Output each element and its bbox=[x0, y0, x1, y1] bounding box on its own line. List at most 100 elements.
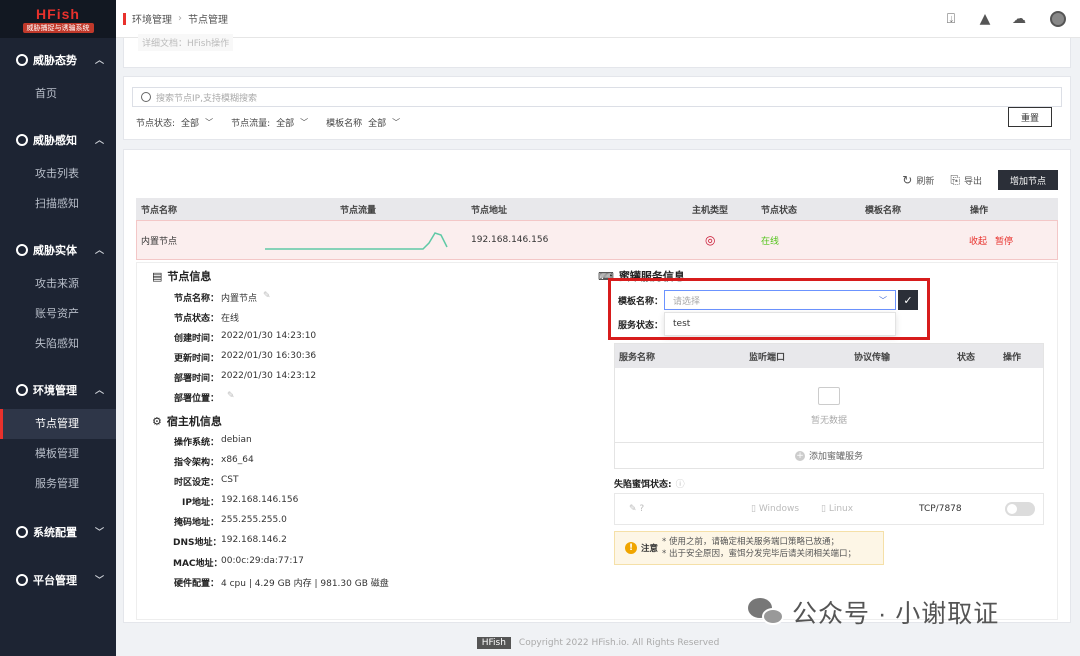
lure-status-label: 失陷蜜饵状态: bbox=[614, 480, 672, 490]
refresh-label: 刷新 bbox=[916, 176, 935, 187]
chevron-down-icon: ﹀ bbox=[94, 576, 104, 586]
file-icon: ▯ bbox=[751, 504, 759, 514]
filter-node-status[interactable]: 节点状态: 全部 ﹀ bbox=[136, 116, 213, 129]
download-icon[interactable]: ⍗ bbox=[934, 0, 968, 38]
collapse-link[interactable]: 收起 bbox=[969, 234, 987, 247]
col-template-name: 模板名称 bbox=[865, 205, 902, 216]
search-icon bbox=[141, 92, 151, 102]
field-value: 192.168.146.156 bbox=[221, 495, 299, 505]
reset-button[interactable]: 重置 bbox=[1008, 107, 1052, 127]
nav-group-threat-entity[interactable]: 威胁实体 ︿ bbox=[0, 231, 116, 269]
rocket-icon[interactable]: ▲ bbox=[968, 0, 1002, 38]
chevron-up-icon: ︿ bbox=[94, 56, 104, 66]
sidebar-item-scan-perception[interactable]: 扫描感知 bbox=[0, 189, 116, 219]
sidebar-item-account-assets[interactable]: 账号资产 bbox=[0, 299, 116, 329]
breadcrumb-separator: › bbox=[178, 13, 182, 24]
pause-link[interactable]: 暂停 bbox=[995, 234, 1013, 247]
empty-text: 暂无数据 bbox=[810, 415, 847, 426]
help-icon[interactable]: ⓘ bbox=[676, 477, 685, 490]
service-table: 服务名称 监听端口 协议传输 状态 操作 暂无数据 + 添加蜜罐服务 bbox=[614, 343, 1044, 469]
sidebar-item-service-management[interactable]: 服务管理 bbox=[0, 469, 116, 499]
logo[interactable]: HFish 威胁捕捉与诱骗系统 bbox=[0, 0, 116, 38]
field-mac: MAC地址： 00:0c:29:da:77:17 bbox=[173, 556, 304, 569]
watermark: 公众号 · 小谢取证 bbox=[748, 594, 999, 630]
field-value: debian bbox=[221, 435, 252, 445]
row-node-name: 内置节点 bbox=[141, 236, 178, 247]
breadcrumb-parent[interactable]: 环境管理 bbox=[132, 11, 172, 26]
footer-copyright: Copyright 2022 HFish.io. All Rights Rese… bbox=[518, 638, 720, 648]
field-key: 部署时间： bbox=[173, 374, 219, 384]
field-key: 更新时间： bbox=[173, 354, 219, 364]
field-value: 内置节点 bbox=[221, 294, 258, 304]
edit-icon[interactable]: ✎ ? bbox=[629, 504, 644, 514]
export-button[interactable]: ⎘ 导出 bbox=[950, 173, 982, 188]
chevron-up-icon: ︿ bbox=[94, 246, 104, 256]
doc-card: 详细文档：HFish操作 bbox=[123, 34, 1071, 68]
field-key: 节点名称： bbox=[173, 294, 219, 304]
sidebar-item-compromise[interactable]: 失陷感知 bbox=[0, 329, 116, 359]
empty-box-icon bbox=[818, 386, 840, 405]
sidebar-item-node-management[interactable]: 节点管理 bbox=[0, 409, 116, 439]
host-info-title: ⚙ 宿主机信息 bbox=[152, 413, 222, 429]
node-list-card: ↻ 刷新 ⎘ 导出 增加节点 节点名称 节点流量 节点地址 主机类型 节点状态 … bbox=[123, 149, 1071, 623]
top-bar: 环境管理 › 节点管理 ⍗ ▲ ☁ bbox=[116, 0, 1080, 38]
service-table-header: 服务名称 监听端口 协议传输 状态 操作 bbox=[615, 344, 1043, 368]
filter-template-name[interactable]: 模板名称 全部 ﹀ bbox=[326, 116, 400, 129]
filter-bar: 节点状态: 全部 ﹀ 节点流量: 全部 ﹀ 模板名称 全部 ﹀ bbox=[136, 116, 418, 129]
lure-windows-label: Windows bbox=[758, 504, 800, 514]
node-info-title-text: 节点信息 bbox=[167, 270, 212, 283]
table-row[interactable]: 内置节点 192.168.146.156 ◎ 在线 收起 暂停 bbox=[136, 220, 1058, 260]
radar-icon bbox=[16, 134, 28, 146]
lure-toggle[interactable] bbox=[1005, 502, 1035, 516]
edit-icon[interactable]: ✎ bbox=[263, 291, 271, 304]
filter-label: 模板名称 bbox=[326, 119, 363, 129]
nav-group-platform-management[interactable]: 平台管理 ﹀ bbox=[0, 561, 116, 599]
add-node-button[interactable]: 增加节点 bbox=[998, 170, 1058, 190]
field-key: 创建时间： bbox=[173, 334, 219, 344]
debian-icon: ◎ bbox=[705, 233, 716, 247]
toolbar: ↻ 刷新 ⎘ 导出 增加节点 bbox=[902, 170, 1058, 190]
sidebar-item-attack-source[interactable]: 攻击来源 bbox=[0, 269, 116, 299]
id-card-icon: ▤ bbox=[152, 269, 163, 283]
field-deploy-location: 部署位置： ✎ bbox=[173, 391, 235, 404]
field-value: 192.168.146.2 bbox=[221, 535, 287, 545]
field-value: x86_64 bbox=[221, 455, 254, 465]
lure-linux[interactable]: ▯ Linux bbox=[821, 504, 853, 514]
notice-line: * 使用之前，请确定相关服务端口策略已放通； bbox=[662, 537, 839, 547]
nav-group-threat-perception[interactable]: 威胁感知 ︿ bbox=[0, 121, 116, 159]
filter-node-traffic[interactable]: 节点流量: 全部 ﹀ bbox=[231, 116, 308, 129]
field-value: 255.255.255.0 bbox=[221, 515, 287, 525]
host-info-title-text: 宿主机信息 bbox=[166, 415, 222, 428]
edit-icon[interactable]: ✎ bbox=[227, 391, 235, 404]
add-service-button[interactable]: + 添加蜜罐服务 bbox=[615, 442, 1043, 468]
filter-label: 节点流量: bbox=[231, 119, 271, 129]
field-key: 时区设定： bbox=[173, 478, 219, 488]
lure-windows[interactable]: ▯ Windows bbox=[751, 504, 799, 514]
filter-value: 全部 bbox=[181, 119, 200, 129]
search-input[interactable]: 搜索节点IP,支持模糊搜索 bbox=[132, 87, 1062, 107]
notice-box: ! 注意 * 使用之前，请确定相关服务端口策略已放通； * 出于安全原因，蜜饵分… bbox=[614, 531, 884, 565]
col-node-status: 节点状态 bbox=[761, 205, 798, 216]
refresh-button[interactable]: ↻ 刷新 bbox=[902, 173, 934, 187]
nav-group-env-management[interactable]: 环境管理 ︿ bbox=[0, 371, 116, 409]
nav-group-system-config[interactable]: 系统配置 ﹀ bbox=[0, 513, 116, 551]
nav-group-threat-overview[interactable]: 威胁态势 ︿ bbox=[0, 41, 116, 79]
doc-link-text[interactable]: 详细文档：HFish操作 bbox=[138, 34, 234, 51]
field-key: MAC地址： bbox=[173, 559, 223, 569]
sidebar-item-home[interactable]: 首页 bbox=[0, 79, 116, 109]
col-listen-port: 监听端口 bbox=[749, 353, 786, 363]
wechat-icon[interactable]: ☁ bbox=[1002, 0, 1036, 38]
col-state: 状态 bbox=[957, 353, 976, 363]
avatar[interactable] bbox=[1036, 0, 1080, 38]
field-key: 操作系统： bbox=[173, 438, 219, 448]
footer-badge: HFish bbox=[476, 637, 511, 649]
sidebar-item-template-management[interactable]: 模板管理 bbox=[0, 439, 116, 469]
add-service-label: 添加蜜罐服务 bbox=[808, 452, 863, 462]
sidebar-item-attack-list[interactable]: 攻击列表 bbox=[0, 159, 116, 189]
field-ip: IP地址： 192.168.146.156 bbox=[173, 495, 298, 508]
nav-group-label: 威胁实体 bbox=[33, 244, 77, 257]
highlight-box bbox=[608, 278, 930, 340]
node-info-title: ▤ 节点信息 bbox=[152, 268, 211, 284]
field-value: CST bbox=[221, 475, 239, 485]
filter-card: 搜索节点IP,支持模糊搜索 节点状态: 全部 ﹀ 节点流量: 全部 ﹀ 模板名称… bbox=[123, 76, 1071, 140]
